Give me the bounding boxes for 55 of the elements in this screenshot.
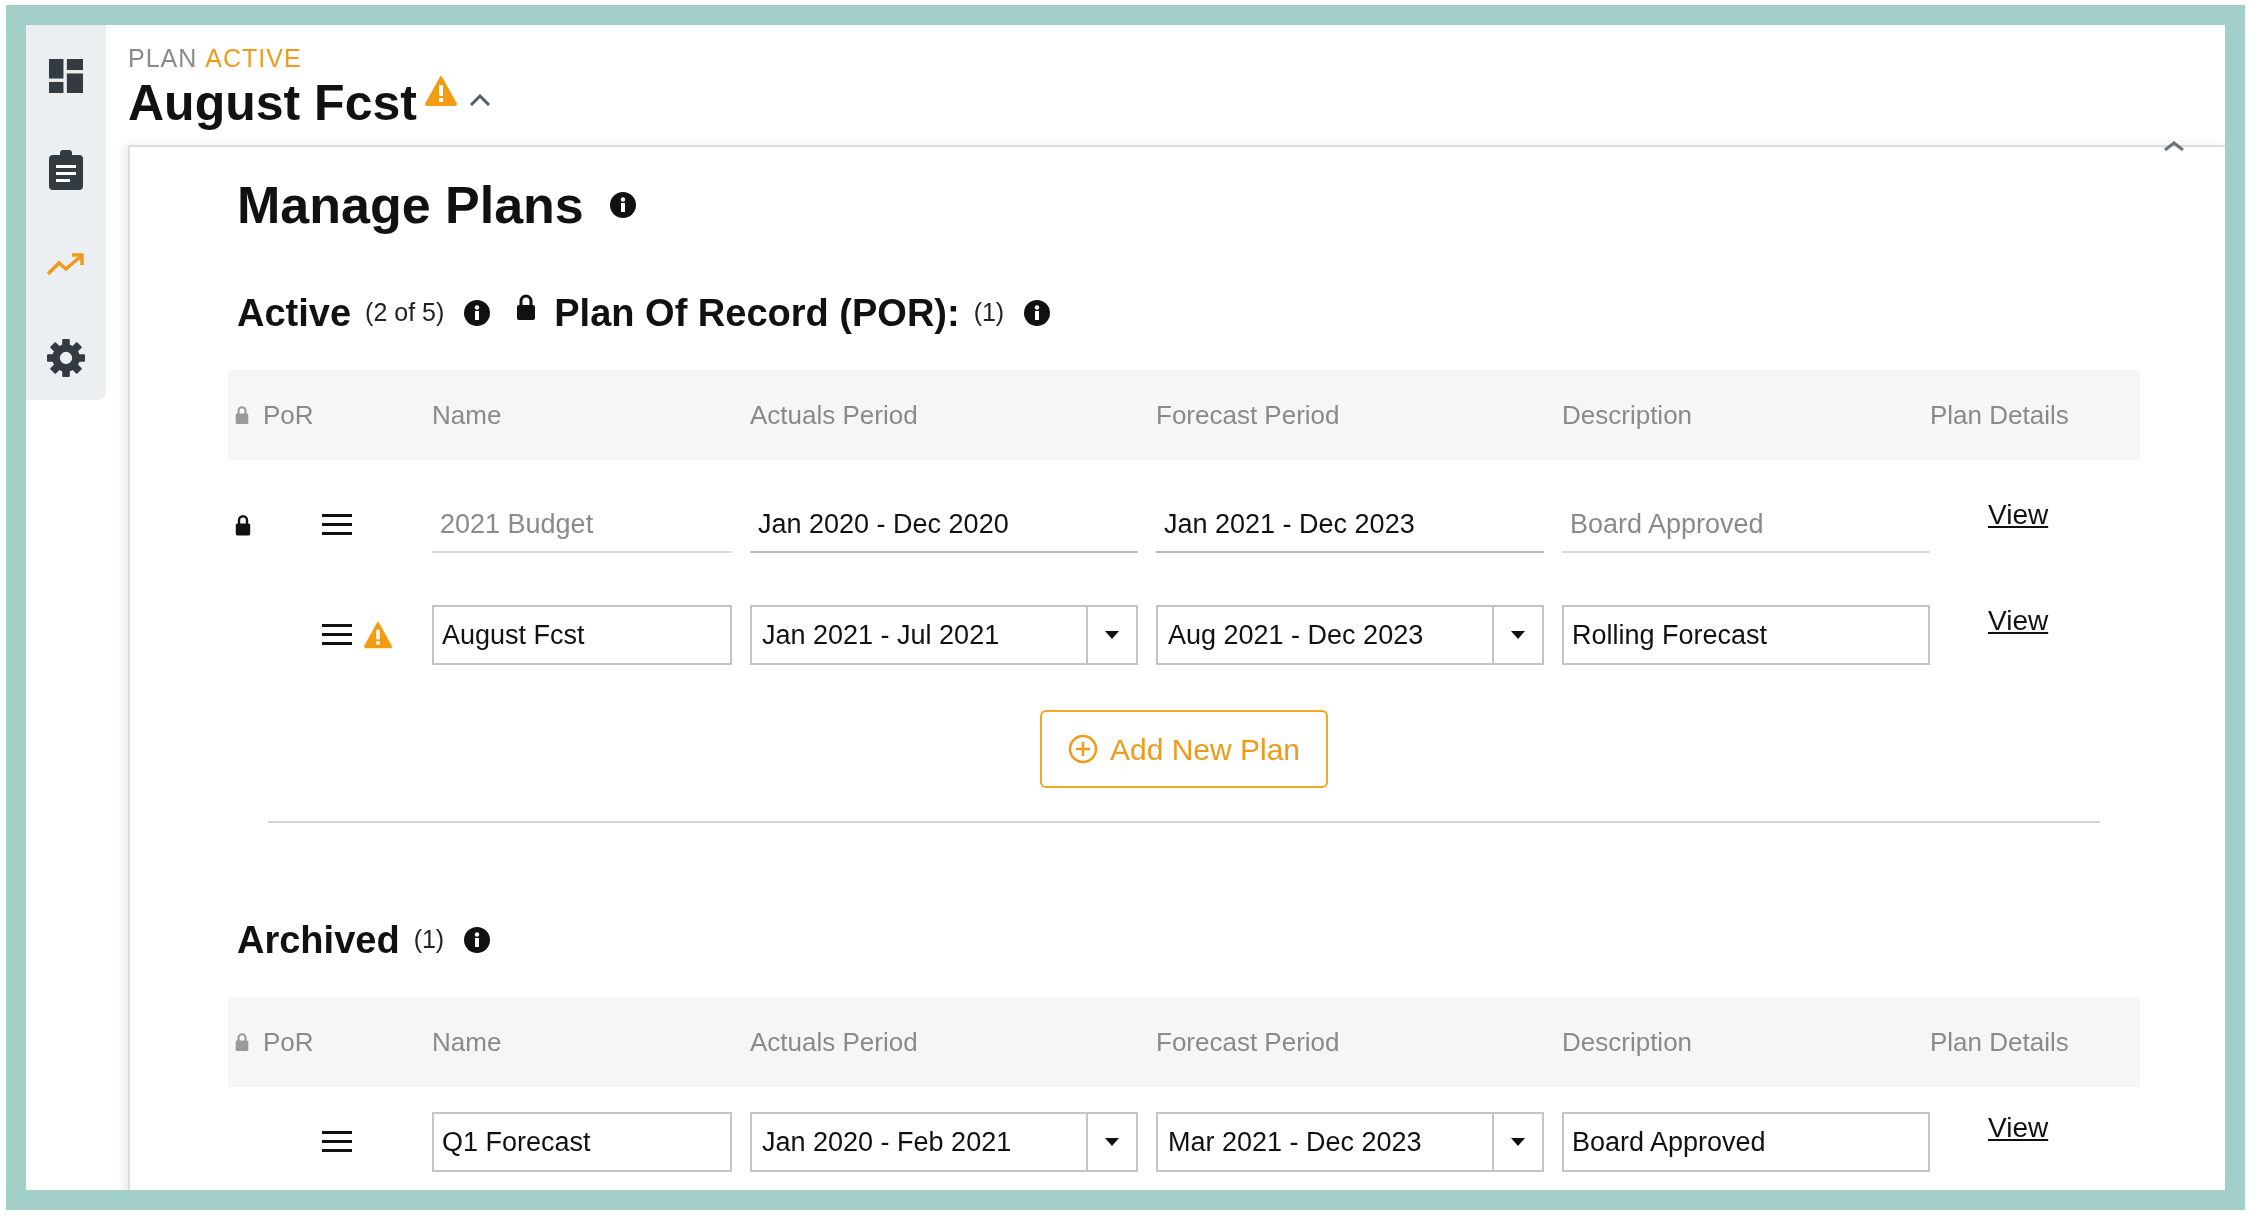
text-field[interactable]: Jan 2020 - Dec 2020 bbox=[750, 497, 1138, 553]
plan-status: ACTIVE bbox=[205, 43, 302, 73]
info-icon[interactable] bbox=[609, 192, 636, 218]
section-title: Active bbox=[237, 291, 352, 335]
section-title: Archived bbox=[237, 918, 400, 962]
caret-icon bbox=[1104, 630, 1120, 640]
clipboard-icon[interactable] bbox=[49, 150, 83, 190]
period-dropdown[interactable]: Aug 2021 - Dec 2023 bbox=[1156, 605, 1544, 665]
drag-handle-icon[interactable] bbox=[322, 514, 352, 536]
drag-handle-icon[interactable] bbox=[322, 624, 352, 646]
drag-handle-icon[interactable] bbox=[322, 1131, 352, 1153]
section-count: (1) bbox=[973, 297, 1005, 329]
caret-icon bbox=[1104, 1137, 1120, 1147]
period-dropdown[interactable]: Mar 2021 - Dec 2023 bbox=[1156, 1112, 1544, 1172]
section-count: (2 of 5) bbox=[365, 297, 445, 329]
lock-icon bbox=[235, 1032, 249, 1052]
info-icon[interactable] bbox=[464, 300, 491, 326]
column-header: PoR bbox=[263, 1025, 314, 1059]
column-header: Forecast Period bbox=[1156, 1025, 1340, 1059]
text-field[interactable]: Board Approved bbox=[1562, 1112, 1930, 1172]
info-icon[interactable] bbox=[464, 927, 491, 953]
column-header: Name bbox=[432, 1025, 502, 1059]
view-link[interactable]: View bbox=[1948, 1112, 2049, 1143]
plan-title: August Fcst bbox=[128, 74, 417, 133]
column-header: Forecast Period bbox=[1156, 398, 1340, 432]
text-field[interactable]: Q1 Forecast bbox=[432, 1112, 732, 1172]
period-dropdown[interactable]: Jan 2021 - Jul 2021 bbox=[750, 605, 1138, 665]
section-count: (1) bbox=[413, 924, 445, 956]
text-field[interactable]: Rolling Forecast bbox=[1562, 605, 1930, 665]
dashboard-icon[interactable] bbox=[49, 59, 83, 93]
plan-label: PLAN bbox=[128, 43, 198, 73]
column-header: Name bbox=[432, 398, 502, 432]
chevron-up-icon[interactable] bbox=[2163, 141, 2185, 151]
settings-icon[interactable] bbox=[47, 339, 85, 377]
caret-icon bbox=[1510, 630, 1526, 640]
plus-circle-icon bbox=[1067, 734, 1098, 764]
lock-icon bbox=[235, 405, 249, 425]
column-header: Description bbox=[1562, 1025, 1693, 1059]
text-field[interactable]: Jan 2021 - Dec 2023 bbox=[1156, 497, 1544, 553]
text-field[interactable]: August Fcst bbox=[432, 605, 732, 665]
column-header: Description bbox=[1562, 398, 1693, 432]
column-header: Actuals Period bbox=[750, 398, 918, 432]
caret-icon bbox=[1510, 1137, 1526, 1147]
column-header: Actuals Period bbox=[750, 1025, 918, 1059]
chevron-up-icon[interactable] bbox=[468, 93, 491, 107]
lock-icon bbox=[516, 294, 537, 320]
column-header: Plan Details bbox=[1930, 398, 2069, 432]
column-header: PoR bbox=[263, 398, 314, 432]
view-link[interactable]: View bbox=[1948, 499, 2049, 530]
info-icon[interactable] bbox=[1024, 300, 1051, 326]
period-dropdown[interactable]: Jan 2020 - Feb 2021 bbox=[750, 1112, 1138, 1172]
section-title: Plan Of Record (POR): bbox=[554, 291, 960, 335]
panel-title: Manage Plans bbox=[237, 177, 584, 233]
view-link[interactable]: View bbox=[1948, 605, 2049, 636]
column-header: Plan Details bbox=[1930, 1025, 2069, 1059]
